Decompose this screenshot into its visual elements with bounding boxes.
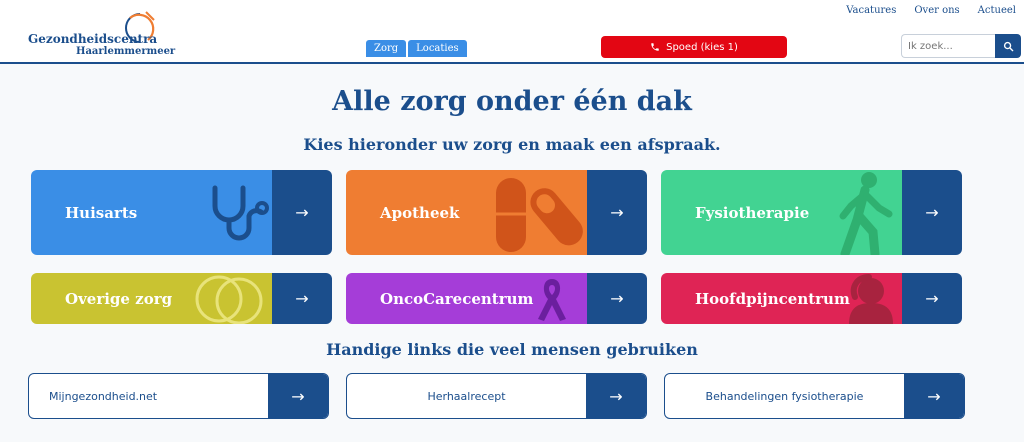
card-overige-zorg-arrow[interactable]: → bbox=[272, 273, 332, 324]
card-oncocarecentrum-body: OncoCarecentrum bbox=[346, 273, 587, 324]
card-huisarts-label: Huisarts bbox=[65, 203, 138, 222]
search-icon bbox=[1003, 41, 1013, 51]
spoed-button[interactable]: Spoed (kies 1) bbox=[601, 36, 787, 58]
card-hoofdpijncentrum[interactable]: Hoofdpijncentrum → bbox=[661, 273, 962, 324]
card-apotheek[interactable]: Apotheek → bbox=[346, 170, 647, 255]
card-fysiotherapie-body: Fysiotherapie bbox=[661, 170, 902, 255]
link-mijngezondheid[interactable]: Mijngezondheid.net → bbox=[28, 373, 329, 419]
search-button[interactable] bbox=[995, 34, 1021, 58]
search-input[interactable] bbox=[901, 34, 995, 58]
link-herhaalrecept-arrow[interactable]: → bbox=[586, 374, 646, 418]
page-subtitle: Kies hieronder uw zorg en maak een afspr… bbox=[303, 135, 721, 154]
link-herhaalrecept[interactable]: Herhaalrecept → bbox=[346, 373, 647, 419]
nav-vacatures[interactable]: Vacatures bbox=[846, 5, 896, 16]
link-herhaalrecept-label: Herhaalrecept bbox=[427, 389, 506, 403]
card-oncocarecentrum-arrow[interactable]: → bbox=[587, 273, 647, 324]
phone-icon bbox=[651, 43, 659, 51]
card-hoofdpijncentrum-arrow[interactable]: → bbox=[902, 273, 962, 324]
stethoscope-icon bbox=[212, 185, 269, 241]
card-hoofdpijncentrum-body: Hoofdpijncentrum bbox=[661, 273, 902, 324]
card-huisarts[interactable]: Huisarts → bbox=[31, 170, 332, 255]
site-header: Gezondheidscentra Haarlemmermeer Vacatur… bbox=[0, 0, 1024, 64]
main-tabs: Zorg Locaties bbox=[366, 40, 467, 57]
card-overige-zorg[interactable]: Overige zorg → bbox=[31, 273, 332, 324]
card-apotheek-body: Apotheek bbox=[346, 170, 587, 255]
link-mijngezondheid-label: Mijngezondheid.net bbox=[49, 389, 158, 403]
card-oncocarecentrum-label: OncoCarecentrum bbox=[380, 289, 534, 308]
nav-over-ons[interactable]: Over ons bbox=[914, 5, 959, 16]
ribbon-icon bbox=[538, 279, 566, 321]
card-huisarts-body: Huisarts bbox=[31, 170, 272, 255]
headache-person-icon bbox=[849, 274, 893, 324]
card-hoofdpijncentrum-label: Hoofdpijncentrum bbox=[695, 289, 850, 308]
page-title: Alle zorg onder één dak bbox=[332, 86, 692, 117]
card-overige-zorg-label: Overige zorg bbox=[65, 289, 173, 308]
card-fysiotherapie[interactable]: Fysiotherapie → bbox=[661, 170, 962, 255]
card-overige-zorg-body: Overige zorg bbox=[31, 273, 272, 324]
tab-zorg[interactable]: Zorg bbox=[366, 40, 407, 57]
card-fysiotherapie-arrow[interactable]: → bbox=[902, 170, 962, 255]
tab-locaties[interactable]: Locaties bbox=[408, 40, 467, 57]
card-apotheek-label: Apotheek bbox=[380, 203, 460, 222]
card-huisarts-arrow[interactable]: → bbox=[272, 170, 332, 255]
pills-icon bbox=[496, 178, 583, 252]
logo-rings-icon bbox=[195, 275, 263, 324]
card-fysiotherapie-label: Fysiotherapie bbox=[695, 203, 810, 222]
top-navigation: Vacatures Over ons Actueel bbox=[846, 5, 1016, 16]
spoed-label: Spoed (kies 1) bbox=[666, 41, 738, 53]
logo[interactable]: Gezondheidscentra Haarlemmermeer bbox=[28, 8, 188, 58]
logo-text-line1: Gezondheidscentra bbox=[28, 32, 158, 46]
search-bar bbox=[901, 34, 1021, 58]
link-behandelingen-fysiotherapie-arrow[interactable]: → bbox=[904, 374, 964, 418]
logo-text-line2: Haarlemmermeer bbox=[76, 46, 176, 57]
nav-actueel[interactable]: Actueel bbox=[978, 5, 1016, 16]
link-mijngezondheid-arrow[interactable]: → bbox=[268, 374, 328, 418]
card-oncocarecentrum[interactable]: OncoCarecentrum → bbox=[346, 273, 647, 324]
link-behandelingen-fysiotherapie-label: Behandelingen fysiotherapie bbox=[705, 389, 864, 403]
walking-person-icon bbox=[839, 172, 893, 255]
card-apotheek-arrow[interactable]: → bbox=[587, 170, 647, 255]
link-behandelingen-fysiotherapie[interactable]: Behandelingen fysiotherapie → bbox=[664, 373, 965, 419]
links-title: Handige links die veel mensen gebruiken bbox=[326, 340, 698, 359]
